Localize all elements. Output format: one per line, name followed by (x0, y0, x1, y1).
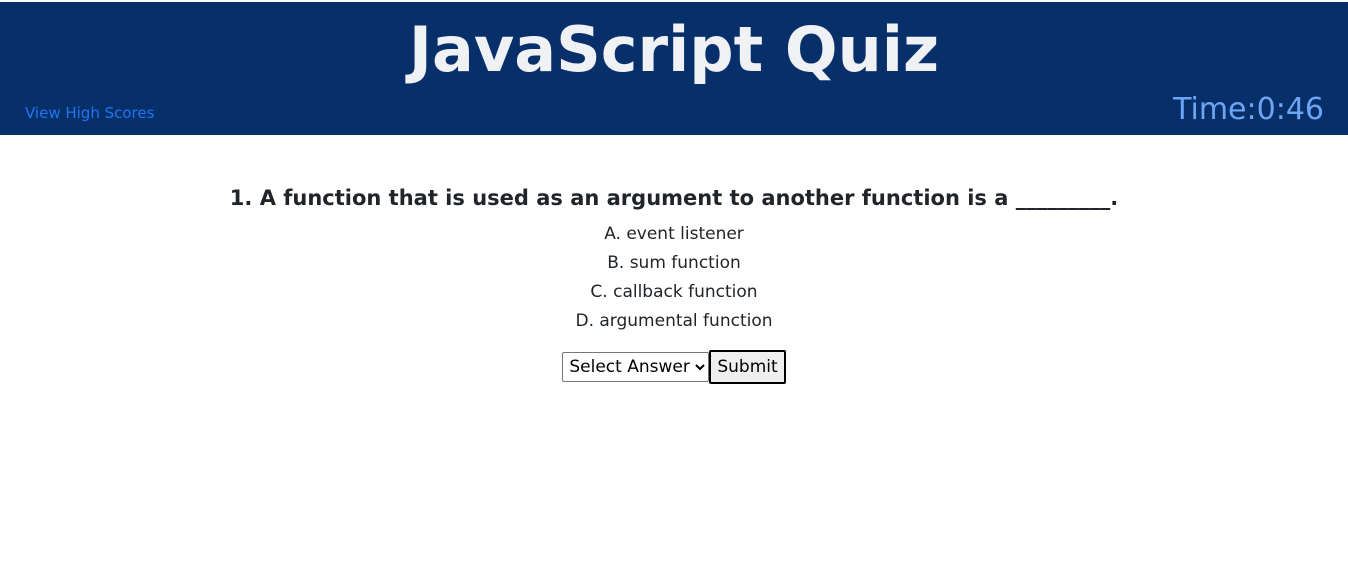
countdown-timer: Time:0:46 (1173, 92, 1324, 127)
view-high-scores-link[interactable]: View High Scores (25, 103, 154, 123)
answer-row: Select Answer Submit (0, 350, 1348, 384)
page-title: JavaScript Quiz (408, 13, 940, 86)
choice-a: A. event listener (604, 224, 744, 244)
choice-b: B. sum function (607, 253, 741, 273)
question-card: 1. A function that is used as an argumen… (0, 183, 1348, 384)
submit-button[interactable]: Submit (709, 350, 786, 384)
choice-c: C. callback function (590, 282, 758, 302)
choice-d: D. argumental function (575, 311, 773, 331)
answer-select[interactable]: Select Answer (562, 352, 710, 382)
choice-list: A. event listener B. sum function C. cal… (0, 220, 1348, 336)
question-text: 1. A function that is used as an argumen… (229, 186, 1119, 210)
quiz-header: JavaScript Quiz View High Scores Time:0:… (0, 2, 1348, 135)
